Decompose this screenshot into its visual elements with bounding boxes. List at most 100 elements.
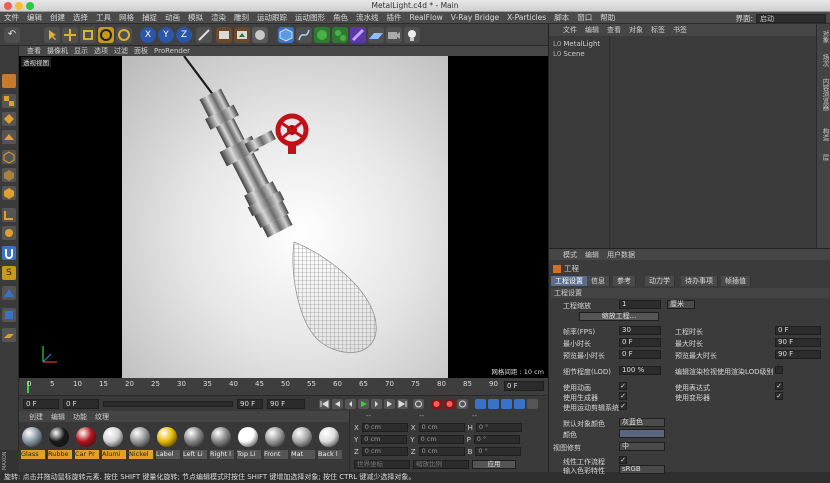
material-menu-create[interactable]: 创建 <box>29 412 43 422</box>
tab-dynamics[interactable]: 动力学 <box>645 276 675 286</box>
scale-project-button[interactable]: 缩放工程... <box>579 312 659 321</box>
rotation-b-field[interactable]: 0 ° <box>475 447 522 456</box>
position-y-field[interactable]: 0 cm <box>361 435 408 444</box>
viewport-menu-display[interactable]: 显示 <box>74 46 88 56</box>
menu-mesh[interactable]: 网格 <box>119 12 134 23</box>
material-menu-function[interactable]: 功能 <box>73 412 87 422</box>
layout-dropdown[interactable]: 启动 <box>756 14 826 23</box>
menu-script[interactable]: 脚本 <box>554 12 569 23</box>
input-color-profile-dropdown[interactable]: sRGB <box>619 465 665 474</box>
use-expressions-checkbox[interactable]: ✓ <box>775 382 783 390</box>
edges-mode-icon[interactable] <box>2 168 16 182</box>
preview-range-slider[interactable] <box>103 401 233 407</box>
material-swatch[interactable]: Front <box>264 426 288 464</box>
preview-min-time-field[interactable]: 0 F <box>619 350 661 359</box>
size-y-field[interactable]: 0 cm <box>417 435 464 444</box>
tab-structure[interactable]: 构造 <box>820 128 830 141</box>
polygons-mode-icon[interactable] <box>2 186 16 200</box>
menu-snap[interactable]: 捕捉 <box>142 12 157 23</box>
material-swatch[interactable]: Nickel <box>129 426 153 464</box>
tab-objects[interactable]: 对象 <box>820 30 830 43</box>
material-swatch[interactable]: Left Li <box>183 426 207 464</box>
material-swatch[interactable]: Label <box>156 426 180 464</box>
next-frame-icon[interactable] <box>371 399 382 409</box>
menu-realflow[interactable]: RealFlow <box>410 13 443 22</box>
play-icon[interactable] <box>358 399 369 409</box>
texture-mode-icon[interactable] <box>2 112 16 126</box>
record-keys-icon[interactable] <box>431 399 442 409</box>
menu-create[interactable]: 创建 <box>50 12 65 23</box>
color-swatch[interactable] <box>619 429 665 438</box>
size-z-field[interactable]: 0 cm <box>418 447 465 456</box>
use-motion-system-checkbox[interactable]: ✓ <box>619 402 627 410</box>
attr-menu-mode[interactable]: 模式 <box>563 250 577 260</box>
tab-todo[interactable]: 待办事项 <box>681 276 718 286</box>
preview-start-field[interactable]: 0 F <box>63 399 99 409</box>
x-axis-lock-icon[interactable]: X <box>140 27 156 43</box>
menu-mograph[interactable]: 运动图形 <box>295 12 325 23</box>
auto-keying-icon[interactable] <box>444 399 455 409</box>
project-time-field[interactable]: 0 F <box>775 326 821 335</box>
previous-frame-icon[interactable] <box>345 399 356 409</box>
z-axis-lock-icon[interactable]: Z <box>176 27 192 43</box>
attr-menu-user-data[interactable]: 用户数据 <box>607 250 635 260</box>
select-tool-icon[interactable] <box>44 27 60 43</box>
coordinate-system-icon[interactable] <box>196 27 212 43</box>
material-swatch[interactable]: Rubbe <box>48 426 72 464</box>
project-scale-unit-dropdown[interactable]: 厘米 <box>667 300 695 309</box>
rotation-p-field[interactable]: 0 ° <box>473 435 520 444</box>
use-generators-checkbox[interactable]: ✓ <box>619 392 627 400</box>
object-menu-objects[interactable]: 对象 <box>629 25 643 35</box>
loop-icon[interactable] <box>413 399 424 409</box>
menu-vray-bridge[interactable]: V-Ray Bridge <box>451 13 499 22</box>
menu-select[interactable]: 选择 <box>73 12 88 23</box>
menu-edit[interactable]: 编辑 <box>27 12 42 23</box>
tab-takes[interactable]: 场次 <box>820 54 830 67</box>
coordinate-mode-dropdown[interactable]: 世界坐标 <box>354 460 410 469</box>
make-editable-icon[interactable] <box>2 74 16 88</box>
preview-max-time-field[interactable]: 90 F <box>775 350 821 359</box>
previous-key-icon[interactable] <box>332 399 343 409</box>
object-menu-tags[interactable]: 标签 <box>651 25 665 35</box>
menu-x-particles[interactable]: X-Particles <box>507 13 546 22</box>
menu-sculpt[interactable]: 雕刻 <box>234 12 249 23</box>
object-row-scene[interactable]: L0 Scene <box>553 50 585 58</box>
start-frame-field[interactable]: 0 F <box>23 399 59 409</box>
subdivision-surface-icon[interactable] <box>314 27 330 43</box>
menu-motion-tracking[interactable]: 运动跟踪 <box>257 12 287 23</box>
position-x-field[interactable]: 0 cm <box>361 423 408 432</box>
view-clipping-dropdown[interactable]: 中 <box>619 442 665 451</box>
size-x-field[interactable]: 0 cm <box>418 423 465 432</box>
recent-tool-icon[interactable] <box>116 27 132 43</box>
material-swatch[interactable]: Mat <box>291 426 315 464</box>
menu-render[interactable]: 渲染 <box>211 12 226 23</box>
minimum-time-field[interactable]: 0 F <box>619 338 661 347</box>
material-swatch[interactable]: Glass <box>21 426 45 464</box>
viewport-menu-panel[interactable]: 面板 <box>134 46 148 56</box>
scale-mode-dropdown[interactable]: 缩放比例 <box>413 460 469 469</box>
object-menu-file[interactable]: 文件 <box>563 25 577 35</box>
checkerboard-icon[interactable] <box>2 94 16 108</box>
material-swatch[interactable]: Top Li <box>237 426 261 464</box>
use-animation-checkbox[interactable]: ✓ <box>619 382 627 390</box>
deformer-icon[interactable] <box>350 27 366 43</box>
locked-workplane-icon[interactable] <box>2 328 16 342</box>
axis-mode-icon[interactable] <box>2 208 16 222</box>
default-object-color-dropdown[interactable]: 灰蓝色 <box>619 418 665 427</box>
apply-button[interactable]: 应用 <box>472 460 516 469</box>
maximize-window-icon[interactable] <box>26 2 34 10</box>
snap-icon[interactable] <box>2 246 16 260</box>
object-menu-view[interactable]: 查看 <box>607 25 621 35</box>
perspective-viewport[interactable]: 透视视图 网格间距 : 10 cm <box>19 56 548 378</box>
menu-file[interactable]: 文件 <box>4 12 19 23</box>
viewport-menu-view[interactable]: 查看 <box>27 46 41 56</box>
object-row-metallight[interactable]: L0 MetalLight <box>553 40 600 48</box>
maximum-time-field[interactable]: 90 F <box>775 338 821 347</box>
tab-project-settings[interactable]: 工程设置 <box>551 276 588 286</box>
material-menu-texture[interactable]: 纹理 <box>95 412 109 422</box>
menu-help[interactable]: 帮助 <box>600 12 615 23</box>
light-icon[interactable] <box>404 27 420 43</box>
workplane-icon[interactable] <box>2 130 16 144</box>
cube-icon[interactable] <box>278 27 294 43</box>
menu-plugins[interactable]: 插件 <box>387 12 402 23</box>
